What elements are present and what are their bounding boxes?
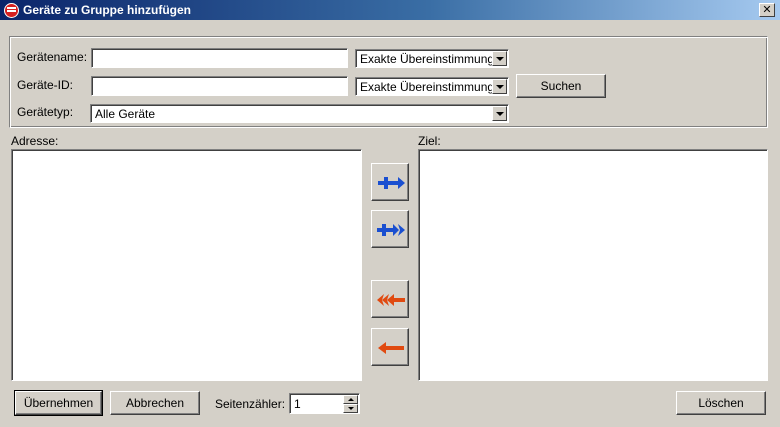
device-type-value: Alle Geräte <box>95 107 156 121</box>
target-list-label: Ziel: <box>418 134 441 148</box>
device-id-match-value: Exakte Übereinstimmung <box>360 80 495 94</box>
search-button[interactable]: Suchen <box>516 74 606 98</box>
device-name-match-select[interactable]: Exakte Übereinstimmung <box>355 49 509 68</box>
device-name-input[interactable] <box>91 48 348 68</box>
chevron-down-icon[interactable] <box>492 51 507 66</box>
add-all-button[interactable] <box>371 210 409 248</box>
device-id-input[interactable] <box>91 76 348 96</box>
app-icon <box>4 3 19 18</box>
arrow-left-icon <box>378 342 404 354</box>
target-list[interactable] <box>418 149 768 381</box>
chevron-down-icon[interactable] <box>492 106 507 121</box>
device-type-select[interactable]: Alle Geräte <box>90 104 509 123</box>
page-counter-label: Seitenzähler: <box>215 397 286 411</box>
double-arrow-right-icon <box>377 224 405 236</box>
stepper-up-icon[interactable] <box>343 395 358 404</box>
page-counter-value: 1 <box>294 397 301 411</box>
device-id-match-select[interactable]: Exakte Übereinstimmung <box>355 77 509 96</box>
window-title: Geräte zu Gruppe hinzufügen <box>23 3 192 17</box>
remove-selected-button[interactable] <box>371 328 409 366</box>
double-arrow-left-icon <box>377 294 405 306</box>
device-id-label: Geräte-ID: <box>17 78 74 92</box>
device-name-match-value: Exakte Übereinstimmung <box>360 52 495 66</box>
delete-button[interactable]: Löschen <box>676 391 766 415</box>
arrow-right-icon <box>378 177 405 189</box>
close-button[interactable]: ✕ <box>759 3 775 17</box>
cancel-button[interactable]: Abbrechen <box>110 391 200 415</box>
page-counter-stepper[interactable]: 1 <box>289 393 360 414</box>
apply-button[interactable]: Übernehmen <box>14 390 103 416</box>
stepper-down-icon[interactable] <box>343 404 358 413</box>
source-list-label: Adresse: <box>11 134 59 148</box>
add-selected-button[interactable] <box>371 163 409 201</box>
source-list[interactable] <box>11 149 362 381</box>
chevron-down-icon[interactable] <box>492 79 507 94</box>
device-type-label: Gerätetyp: <box>17 105 74 119</box>
remove-all-button[interactable] <box>371 280 409 318</box>
device-name-label: Gerätename: <box>17 50 88 64</box>
